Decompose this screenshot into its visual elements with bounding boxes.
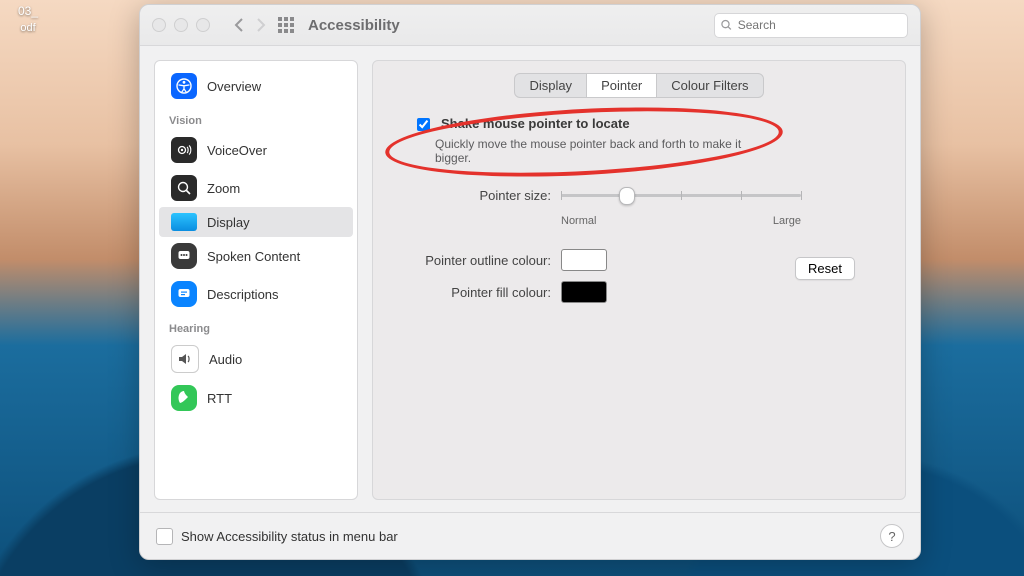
pointer-outline-label: Pointer outline colour:	[391, 253, 561, 268]
annotation-circle	[384, 99, 785, 186]
sidebar-item-label: Audio	[209, 352, 242, 367]
section-header-hearing: Hearing	[155, 313, 357, 339]
tab-colour-filters[interactable]: Colour Filters	[656, 74, 762, 97]
sidebar-item-label: RTT	[207, 391, 232, 406]
sidebar-item-label: Overview	[207, 79, 261, 94]
zoom-icon	[171, 175, 197, 201]
sidebar[interactable]: Overview Vision VoiceOver Zoom Display	[154, 60, 358, 500]
titlebar: Accessibility	[140, 5, 920, 46]
pointer-size-slider[interactable]	[561, 185, 801, 205]
preferences-window: Accessibility Overview Vision VoiceOver	[139, 4, 921, 560]
sidebar-item-display[interactable]: Display	[159, 207, 353, 237]
pane-tabs: Display Pointer Colour Filters	[391, 73, 887, 98]
desktop-file-name-top: 03_	[18, 4, 38, 18]
pointer-fill-colour-well[interactable]	[561, 281, 607, 303]
window-footer: Show Accessibility status in menu bar ?	[140, 512, 920, 559]
help-button[interactable]: ?	[880, 524, 904, 548]
window-title: Accessibility	[308, 17, 400, 34]
sidebar-item-descriptions[interactable]: Descriptions	[159, 275, 353, 313]
sidebar-item-spoken-content[interactable]: Spoken Content	[159, 237, 353, 275]
slider-min-label: Normal	[561, 215, 596, 227]
tab-pointer[interactable]: Pointer	[586, 74, 656, 97]
desktop-file-fragment: 03_ odf	[18, 4, 38, 34]
menubar-status-label: Show Accessibility status in menu bar	[181, 529, 398, 544]
zoom-button[interactable]	[196, 18, 210, 32]
sidebar-item-overview[interactable]: Overview	[159, 67, 353, 105]
section-header-vision: Vision	[155, 105, 357, 131]
sidebar-item-rtt[interactable]: RTT	[159, 379, 353, 417]
settings-pane: Display Pointer Colour Filters Shake mou…	[372, 60, 906, 500]
back-button[interactable]	[228, 14, 250, 36]
minimize-button[interactable]	[174, 18, 188, 32]
search-field[interactable]	[714, 13, 908, 38]
window-controls	[152, 18, 210, 32]
spoken-content-icon	[171, 243, 197, 269]
desktop-file-name-bottom: odf	[18, 22, 38, 34]
sidebar-item-label: VoiceOver	[207, 143, 267, 158]
slider-max-label: Large	[773, 215, 801, 227]
close-button[interactable]	[152, 18, 166, 32]
menubar-status-checkbox[interactable]	[156, 528, 173, 545]
reset-button[interactable]: Reset	[795, 257, 855, 280]
show-all-button[interactable]	[278, 17, 294, 33]
accessibility-icon	[171, 73, 197, 99]
sidebar-item-zoom[interactable]: Zoom	[159, 169, 353, 207]
display-icon	[171, 213, 197, 231]
rtt-icon	[171, 385, 197, 411]
sidebar-item-label: Display	[207, 215, 250, 230]
voiceover-icon	[171, 137, 197, 163]
search-input[interactable]	[736, 17, 901, 33]
pointer-fill-label: Pointer fill colour:	[391, 285, 561, 300]
sidebar-item-label: Spoken Content	[207, 249, 300, 264]
sidebar-item-label: Zoom	[207, 181, 240, 196]
sidebar-item-audio[interactable]: Audio	[159, 339, 353, 379]
tab-display[interactable]: Display	[515, 74, 586, 97]
pointer-size-label: Pointer size:	[391, 188, 561, 203]
sidebar-item-voiceover[interactable]: VoiceOver	[159, 131, 353, 169]
audio-icon	[171, 345, 199, 373]
descriptions-icon	[171, 281, 197, 307]
search-icon	[721, 19, 732, 31]
pointer-outline-colour-well[interactable]	[561, 249, 607, 271]
sidebar-item-label: Descriptions	[207, 287, 279, 302]
forward-button[interactable]	[250, 14, 272, 36]
